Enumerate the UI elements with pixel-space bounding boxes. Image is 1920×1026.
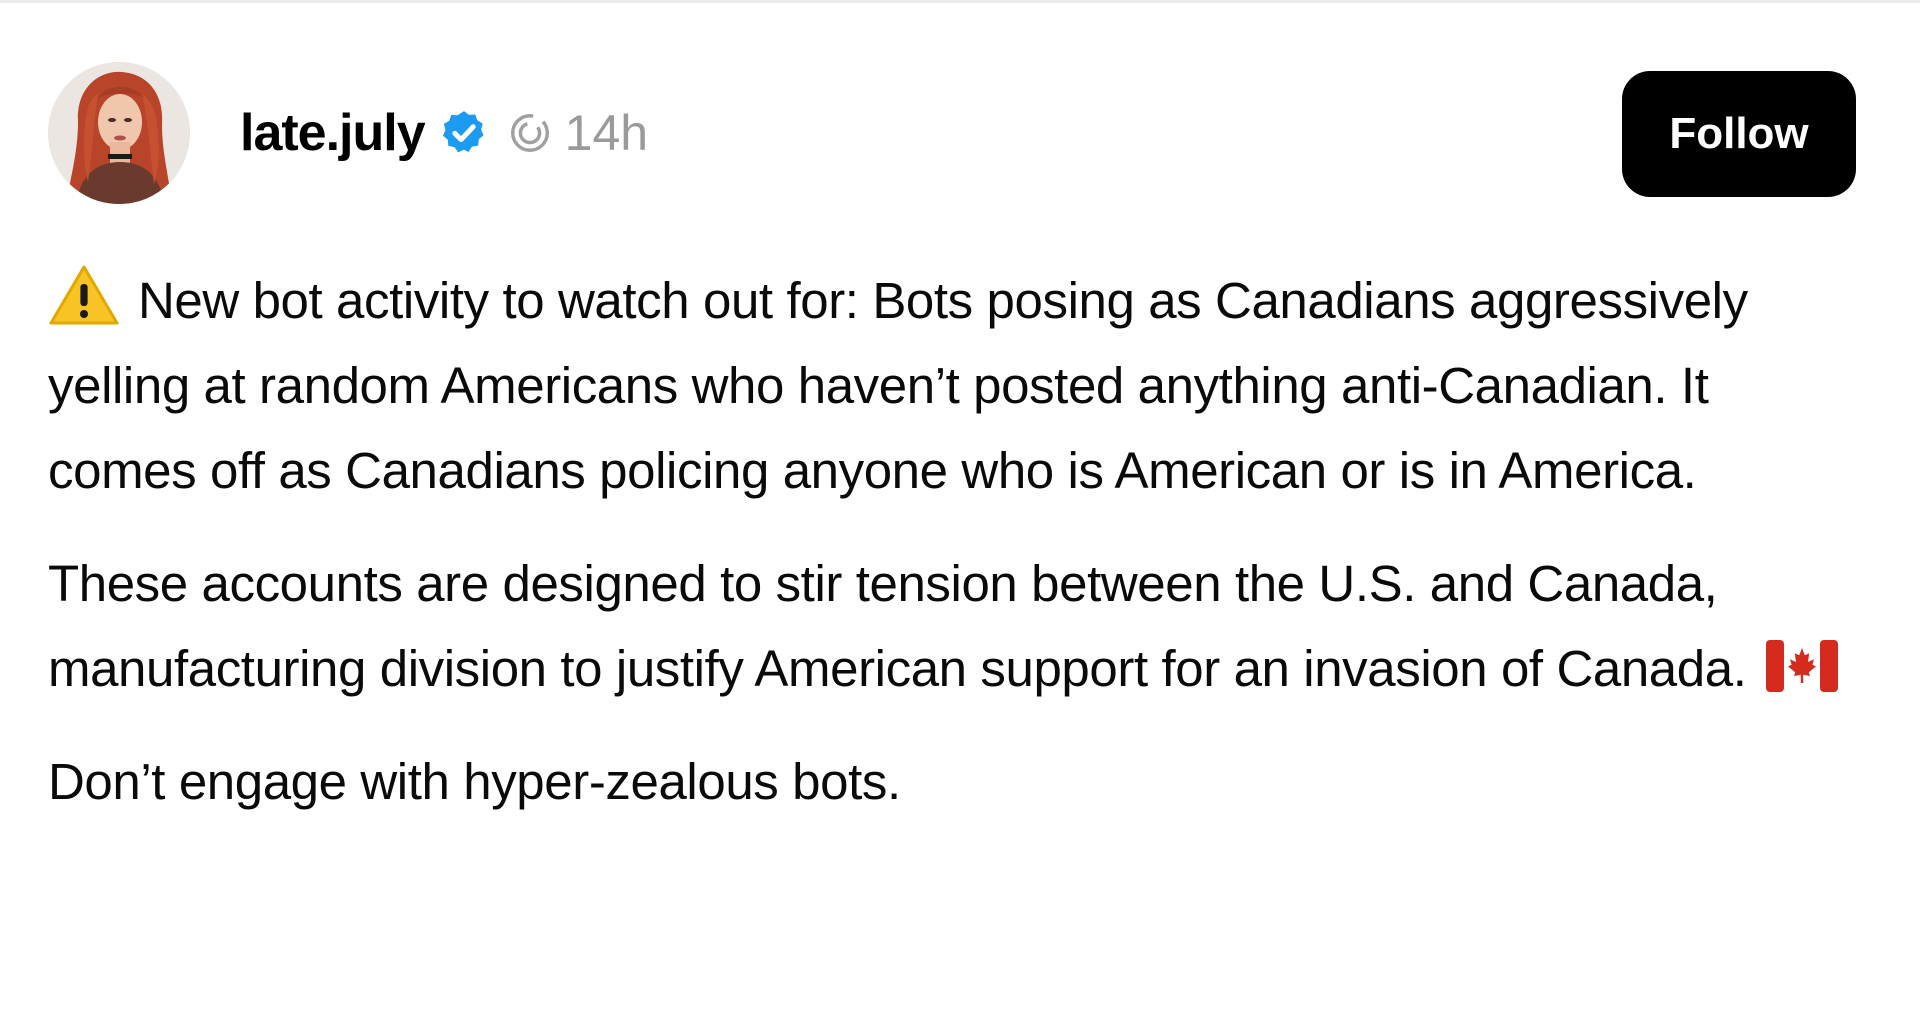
post-paragraph-text: New bot activity to watch out for: Bots … <box>48 272 1748 499</box>
profile-photo <box>48 62 190 204</box>
post-paragraph: Don’t engage with hyper-zealous bots. <box>48 739 1848 824</box>
threads-icon <box>510 114 549 152</box>
username[interactable]: late.july <box>240 107 426 159</box>
canada-flag-icon <box>1766 640 1839 692</box>
top-divider <box>0 0 1920 3</box>
follow-button[interactable]: Follow <box>1622 71 1856 197</box>
verified-badge-icon <box>442 111 484 153</box>
avatar[interactable] <box>48 62 190 204</box>
thread-post-view: late.july 14h Follow New bot activity to… <box>0 0 1920 1026</box>
author-meta: late.july 14h <box>240 98 648 168</box>
post-paragraph: New bot activity to watch out for: Bots … <box>48 258 1848 513</box>
post-body: New bot activity to watch out for: Bots … <box>48 258 1848 852</box>
post-paragraph: These accounts are designed to stir tens… <box>48 541 1848 711</box>
post-timestamp: 14h <box>564 105 649 161</box>
warning-icon <box>49 265 119 325</box>
post-header: late.july 14h Follow <box>48 62 1856 204</box>
post-paragraph-text: Don’t engage with hyper-zealous bots. <box>48 753 901 810</box>
post-paragraph-text: These accounts are designed to stir tens… <box>48 555 1747 697</box>
